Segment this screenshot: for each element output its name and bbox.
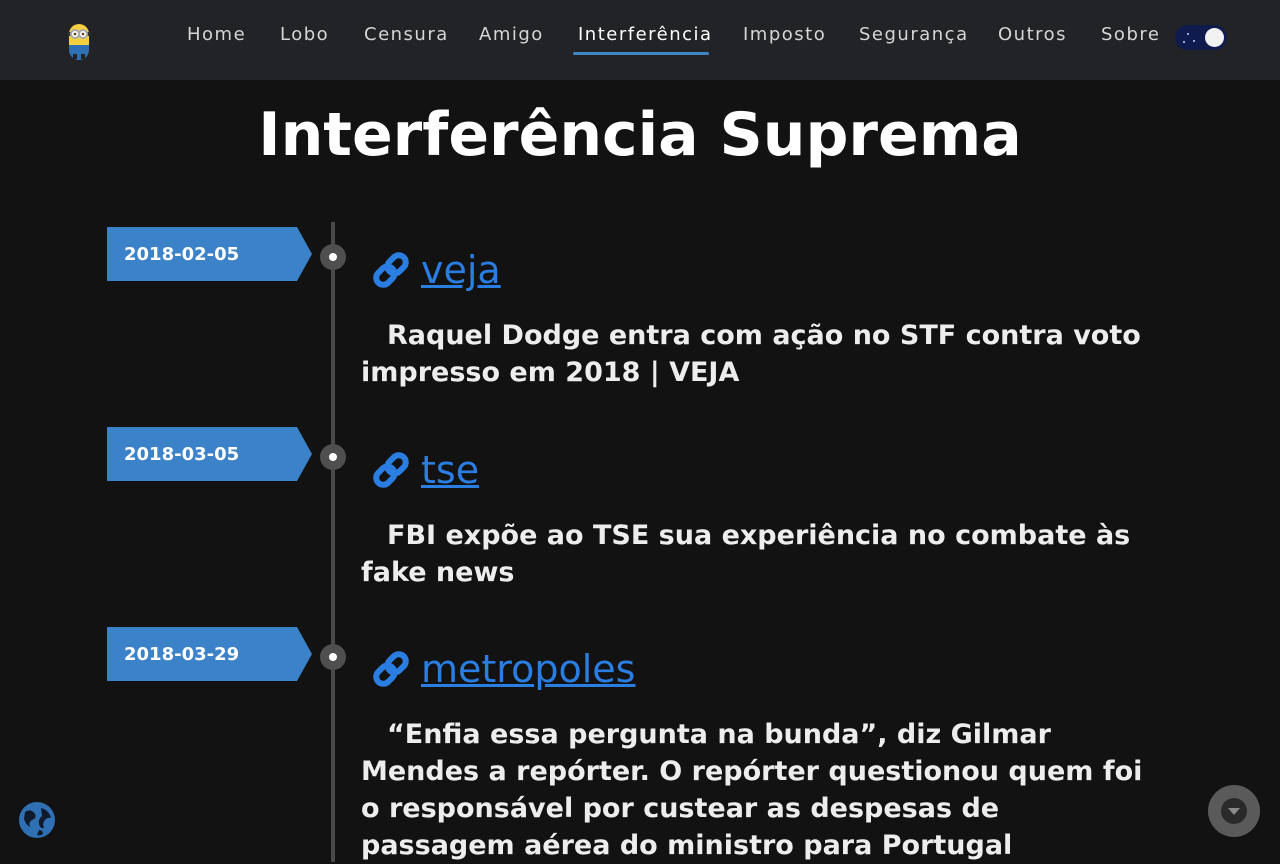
toggle-star (1193, 40, 1195, 42)
scroll-down-button[interactable] (1208, 785, 1260, 837)
entry-link[interactable]: tse (421, 448, 479, 492)
nav-imposto[interactable]: Imposto (743, 24, 826, 45)
toggle-star (1187, 33, 1189, 35)
scroll-down-icon (1221, 798, 1247, 824)
entry-description: Raquel Dodge entra com ação no STF contr… (361, 320, 1141, 388)
minion-logo-icon[interactable] (64, 20, 94, 60)
entry-date: 2018-02-05 (124, 244, 240, 265)
date-badge: 2018-02-05 (107, 227, 312, 281)
globe-icon[interactable] (17, 800, 57, 840)
timeline-dot (320, 244, 346, 270)
entry-link[interactable]: metropoles (421, 647, 635, 691)
chain-link-icon[interactable] (369, 647, 413, 691)
timeline-dot (320, 444, 346, 470)
chain-link-icon[interactable] (369, 248, 413, 292)
timeline-line (331, 222, 335, 862)
nav-outros[interactable]: Outros (998, 24, 1067, 45)
date-badge: 2018-03-29 (107, 627, 312, 681)
active-nav-indicator (573, 52, 709, 55)
entry-date: 2018-03-05 (124, 444, 240, 465)
entry-description: “Enfia essa pergunta na bunda”, diz Gilm… (361, 719, 1143, 861)
toggle-star (1183, 41, 1185, 43)
chain-link-icon[interactable] (369, 448, 413, 492)
page-title: Interferência Suprema (258, 100, 1022, 170)
nav-lobo[interactable]: Lobo (280, 24, 329, 45)
navbar: Home Lobo Censura Amigo Interferência Im… (0, 0, 1280, 80)
timeline-dot (320, 644, 346, 670)
nav-amigo[interactable]: Amigo (479, 24, 544, 45)
entry-link[interactable]: veja (421, 248, 501, 292)
toggle-knob (1205, 28, 1224, 47)
dark-mode-toggle[interactable] (1175, 25, 1227, 50)
entry-description: FBI expõe ao TSE sua experiência no comb… (361, 520, 1131, 588)
nav-censura[interactable]: Censura (364, 24, 449, 45)
nav-seguranca[interactable]: Segurança (859, 24, 969, 45)
nav-interferencia[interactable]: Interferência (578, 24, 713, 45)
date-badge: 2018-03-05 (107, 427, 312, 481)
nav-home[interactable]: Home (187, 24, 246, 45)
entry-date: 2018-03-29 (124, 644, 240, 665)
nav-sobre[interactable]: Sobre (1101, 24, 1160, 45)
